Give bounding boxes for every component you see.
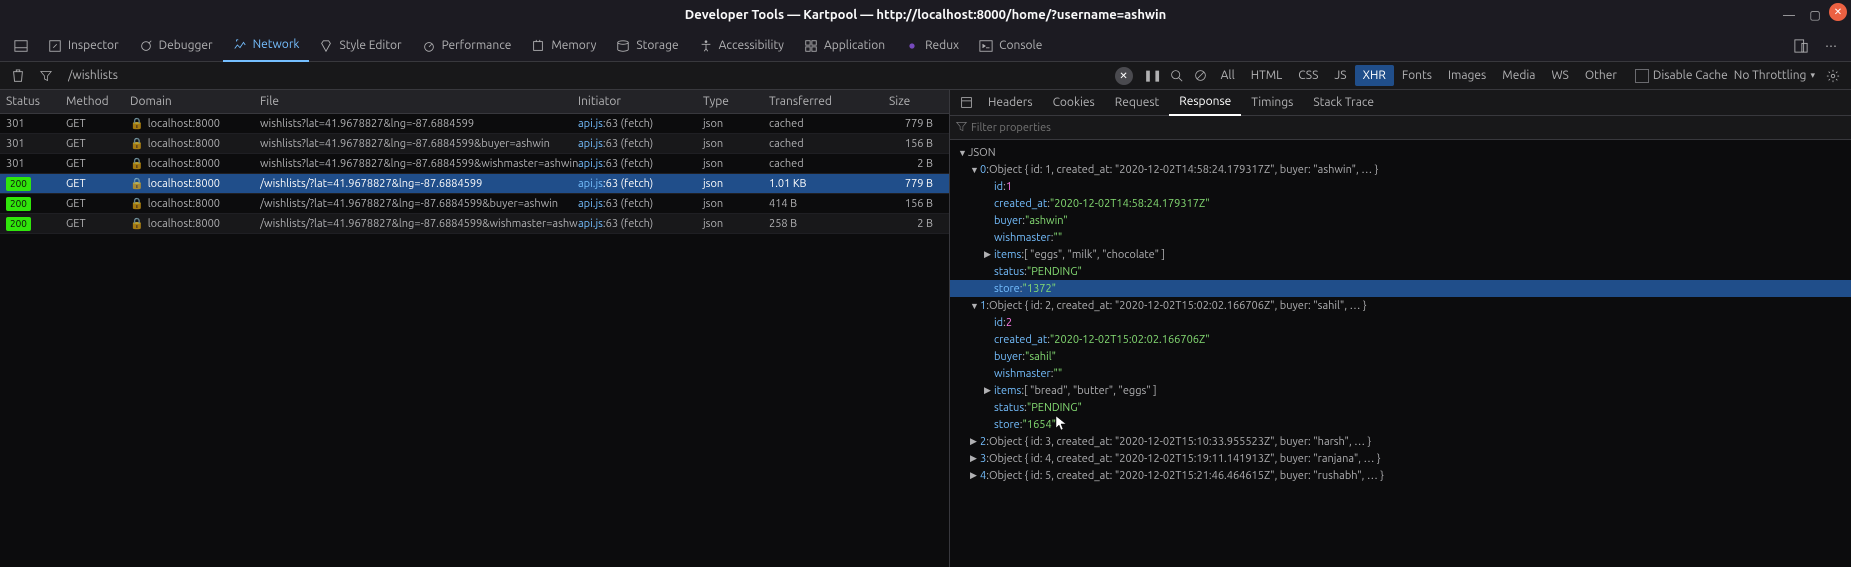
- json-row[interactable]: created_at: "2020-12-02T15:02:02.166706Z…: [950, 331, 1851, 348]
- filter-js[interactable]: JS: [1326, 65, 1354, 86]
- dock-icon[interactable]: [4, 30, 38, 62]
- json-row[interactable]: buyer: "sahil": [950, 348, 1851, 365]
- requests-header: Status Method Domain File Initiator Type…: [0, 90, 949, 114]
- json-row[interactable]: id: 2: [950, 314, 1851, 331]
- devtools-toolbar: InspectorDebuggerNetworkStyle EditorPerf…: [0, 30, 1851, 62]
- lock-icon: 🔒: [130, 137, 144, 150]
- block-icon[interactable]: [1189, 64, 1213, 88]
- gear-icon[interactable]: [1821, 64, 1845, 88]
- json-row[interactable]: ▼JSON: [950, 144, 1851, 161]
- col-size[interactable]: Size: [889, 95, 941, 108]
- filter-xhr[interactable]: XHR: [1355, 65, 1394, 86]
- json-row[interactable]: store: "1654": [950, 416, 1851, 433]
- network-controls-bar: ✕ ❚❚ AllHTMLCSSJSXHRFontsImagesMediaWSOt…: [0, 62, 1851, 90]
- pause-icon[interactable]: ❚❚: [1141, 64, 1165, 88]
- lock-icon: 🔒: [130, 117, 144, 130]
- close-button[interactable]: ✕: [1829, 3, 1847, 21]
- col-type[interactable]: Type: [703, 95, 769, 108]
- filter-url-input[interactable]: [62, 67, 262, 84]
- detail-tab-timings[interactable]: Timings: [1241, 90, 1303, 116]
- lock-icon: 🔒: [130, 157, 144, 170]
- chevron-down-icon: ▾: [1810, 70, 1815, 81]
- col-transferred[interactable]: Transferred: [769, 95, 889, 108]
- json-row[interactable]: status: "PENDING": [950, 399, 1851, 416]
- lock-icon: 🔒: [130, 217, 144, 230]
- requests-table: Status Method Domain File Initiator Type…: [0, 90, 950, 567]
- filter-media[interactable]: Media: [1494, 65, 1543, 86]
- request-row[interactable]: 200GET🔒localhost:8000/wishlists/?lat=41.…: [0, 174, 949, 194]
- json-row[interactable]: status: "PENDING": [950, 263, 1851, 280]
- lock-icon: 🔒: [130, 197, 144, 210]
- filter-properties-input[interactable]: [971, 122, 1845, 134]
- json-row[interactable]: ▶4: Object { id: 5, created_at: "2020-12…: [950, 467, 1851, 484]
- tab-debugger[interactable]: Debugger: [129, 30, 223, 62]
- json-row[interactable]: ▼1: Object { id: 2, created_at: "2020-12…: [950, 297, 1851, 314]
- tab-performance[interactable]: Performance: [412, 30, 522, 62]
- json-row[interactable]: ▶items: [ "bread", "butter", "eggs" ]: [950, 382, 1851, 399]
- window-title: Developer Tools — Kartpool — http://loca…: [685, 8, 1166, 22]
- filter-all[interactable]: All: [1213, 65, 1243, 86]
- tab-redux[interactable]: Redux: [895, 30, 969, 62]
- col-file[interactable]: File: [260, 95, 578, 108]
- raw-toggle-icon[interactable]: [954, 91, 978, 115]
- responsive-icon[interactable]: [1789, 34, 1813, 58]
- json-row[interactable]: buyer: "ashwin": [950, 212, 1851, 229]
- json-row[interactable]: ▶2: Object { id: 3, created_at: "2020-12…: [950, 433, 1851, 450]
- trash-icon[interactable]: [6, 64, 30, 88]
- request-row[interactable]: 200GET🔒localhost:8000/wishlists/?lat=41.…: [0, 194, 949, 214]
- request-row[interactable]: 301GET🔒localhost:8000wishlists?lat=41.96…: [0, 114, 949, 134]
- request-row[interactable]: 200GET🔒localhost:8000/wishlists/?lat=41.…: [0, 214, 949, 234]
- request-row[interactable]: 301GET🔒localhost:8000wishlists?lat=41.96…: [0, 134, 949, 154]
- json-row[interactable]: wishmaster: "": [950, 229, 1851, 246]
- tab-accessibility[interactable]: Accessibility: [689, 30, 794, 62]
- tab-memory[interactable]: Memory: [521, 30, 606, 62]
- request-row[interactable]: 301GET🔒localhost:8000wishlists?lat=41.96…: [0, 154, 949, 174]
- json-row[interactable]: id: 1: [950, 178, 1851, 195]
- lock-icon: 🔒: [130, 177, 144, 190]
- detail-tab-cookies[interactable]: Cookies: [1043, 90, 1105, 116]
- tab-console[interactable]: Console: [969, 30, 1052, 62]
- maximize-button[interactable]: ▢: [1803, 3, 1827, 27]
- filter-ws[interactable]: WS: [1543, 65, 1576, 86]
- disable-cache-checkbox[interactable]: [1635, 69, 1649, 83]
- col-method[interactable]: Method: [66, 95, 130, 108]
- detail-tab-stack-trace[interactable]: Stack Trace: [1303, 90, 1384, 116]
- json-row[interactable]: ▶items: [ "eggs", "milk", "chocolate" ]: [950, 246, 1851, 263]
- tab-style-editor[interactable]: Style Editor: [309, 30, 411, 62]
- json-tree: ▼JSON▼0: Object { id: 1, created_at: "20…: [950, 140, 1851, 567]
- disable-cache-label: Disable Cache: [1653, 69, 1728, 82]
- filter-html[interactable]: HTML: [1243, 65, 1291, 86]
- filter-fonts[interactable]: Fonts: [1394, 65, 1440, 86]
- meatball-icon[interactable]: ⋯: [1819, 34, 1843, 58]
- minimize-button[interactable]: —: [1777, 3, 1801, 27]
- detail-tab-headers[interactable]: Headers: [978, 90, 1043, 116]
- detail-tab-response[interactable]: Response: [1169, 90, 1241, 116]
- funnel-icon: [956, 121, 967, 135]
- tab-storage[interactable]: Storage: [606, 30, 688, 62]
- json-row[interactable]: wishmaster: "": [950, 365, 1851, 382]
- funnel-icon[interactable]: [34, 64, 58, 88]
- detail-tab-request[interactable]: Request: [1105, 90, 1170, 116]
- json-row[interactable]: ▶3: Object { id: 4, created_at: "2020-12…: [950, 450, 1851, 467]
- tab-inspector[interactable]: Inspector: [38, 30, 129, 62]
- col-domain[interactable]: Domain: [130, 95, 260, 108]
- col-initiator[interactable]: Initiator: [578, 95, 703, 108]
- details-panel: HeadersCookiesRequestResponseTimingsStac…: [950, 90, 1851, 567]
- col-status[interactable]: Status: [0, 95, 66, 108]
- json-row[interactable]: created_at: "2020-12-02T14:58:24.179317Z…: [950, 195, 1851, 212]
- tab-application[interactable]: Application: [794, 30, 895, 62]
- filter-css[interactable]: CSS: [1290, 65, 1326, 86]
- window-titlebar: Developer Tools — Kartpool — http://loca…: [0, 0, 1851, 30]
- filter-other[interactable]: Other: [1577, 65, 1625, 86]
- clear-filter-icon[interactable]: ✕: [1115, 67, 1133, 85]
- throttling-select[interactable]: No Throttling ▾: [1728, 69, 1821, 82]
- json-row[interactable]: store: "1372": [950, 280, 1851, 297]
- search-icon[interactable]: [1165, 64, 1189, 88]
- json-row[interactable]: ▼0: Object { id: 1, created_at: "2020-12…: [950, 161, 1851, 178]
- tab-network[interactable]: Network: [223, 30, 310, 62]
- filter-images[interactable]: Images: [1440, 65, 1494, 86]
